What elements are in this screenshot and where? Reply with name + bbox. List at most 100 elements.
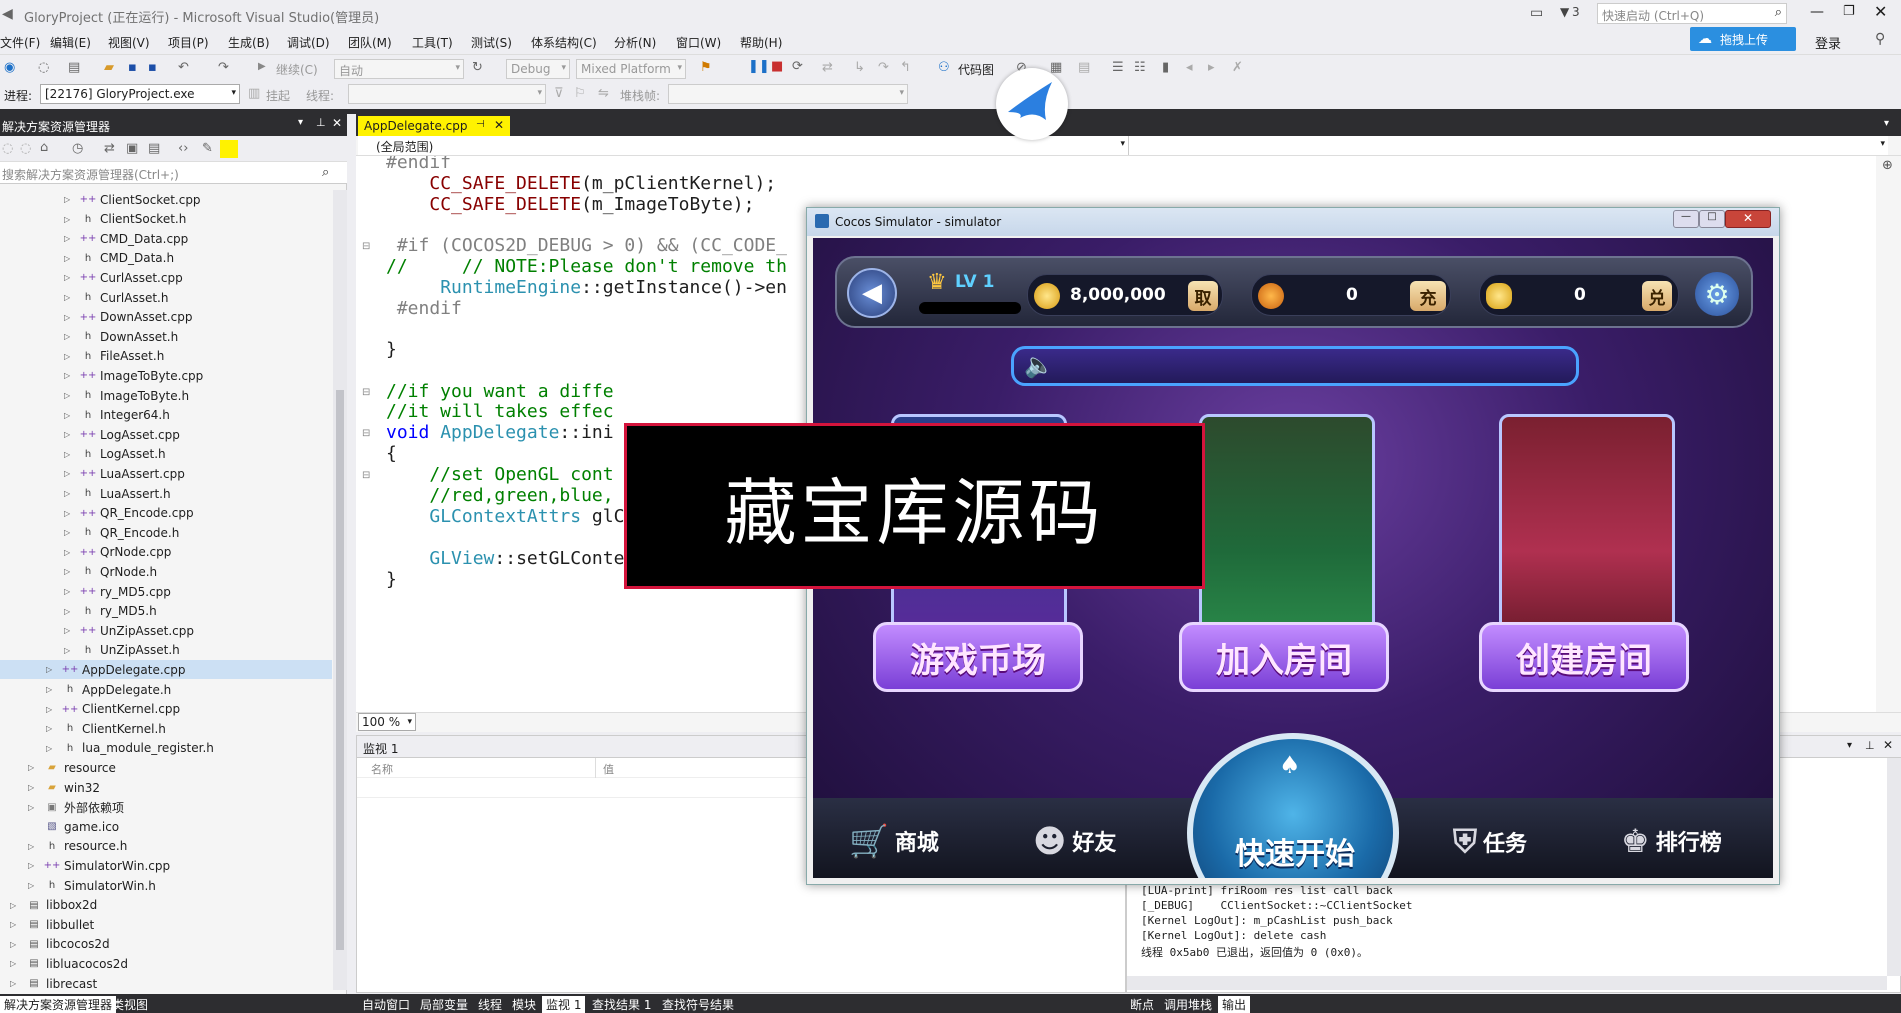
menu-team[interactable]: 团队(M) <box>348 34 392 51</box>
expand-triangle-icon[interactable]: ▷ <box>64 430 74 439</box>
solution-search-input[interactable]: 搜索解决方案资源管理器(Ctrl+;) ⌕ <box>0 162 347 184</box>
code-map-button[interactable]: 代码图 <box>958 61 994 78</box>
tab-breakpoints[interactable]: 断点 <box>1126 996 1158 1013</box>
expand-triangle-icon[interactable]: ▷ <box>64 587 74 596</box>
tree-item[interactable]: ▷ ++ ClientSocket.cpp <box>0 190 332 209</box>
close-icon[interactable]: ✕ <box>1874 2 1887 21</box>
expand-triangle-icon[interactable]: ▷ <box>64 509 74 518</box>
expand-triangle-icon[interactable]: ▷ <box>64 215 74 224</box>
expand-triangle-icon[interactable]: ▷ <box>46 665 56 674</box>
step-out-icon[interactable]: ↰ <box>900 60 911 75</box>
platform-dropdown[interactable]: Mixed Platform ▾ <box>576 59 686 79</box>
quick-launch-box[interactable]: 快速启动 (Ctrl+Q) ⌕ <box>1597 3 1787 24</box>
next-bookmark-icon[interactable]: ▸ <box>1208 60 1215 75</box>
tree-item[interactable]: ▷ ▤ libbullet <box>0 915 332 934</box>
tab-output[interactable]: 输出 <box>1218 996 1251 1013</box>
open-file-icon[interactable]: ▰ <box>104 60 114 75</box>
tree-item[interactable]: ▷ ▤ libbox2d <box>0 896 332 915</box>
editor-vertical-scrollbar[interactable]: ⊕ <box>1876 156 1901 712</box>
back-button[interactable]: ◀ <box>847 268 897 318</box>
collapse-outline-icon[interactable]: ⊟ <box>362 241 370 252</box>
close-tab-icon[interactable]: ✕ <box>494 118 504 132</box>
pin-icon[interactable]: ⊣ <box>476 119 485 130</box>
expand-triangle-icon[interactable]: ▷ <box>64 391 74 400</box>
tree-item[interactable]: ▷ ++ UnZipAsset.cpp <box>0 621 332 640</box>
close-icon[interactable]: ✕ <box>332 116 342 130</box>
pause-icon[interactable]: ❚❚ <box>748 59 770 74</box>
flag-thread-icon[interactable]: ⚐ <box>574 86 586 101</box>
expand-triangle-icon[interactable]: ▷ <box>64 528 74 537</box>
notification-filter-icon[interactable]: ▼ <box>1560 5 1569 19</box>
code-map-icon[interactable]: ⚇ <box>938 60 950 75</box>
comment-icon[interactable]: ▤ <box>1078 60 1090 75</box>
tree-item[interactable]: ▷ ▰ win32 <box>0 778 332 797</box>
tree-item[interactable]: ▷ ▣ 外部依赖项 <box>0 798 332 817</box>
expand-triangle-icon[interactable]: ▷ <box>64 313 74 322</box>
tree-item[interactable]: ▷ ▰ resource <box>0 758 332 777</box>
settings-button[interactable]: ⚙ <box>1695 272 1739 316</box>
tree-item[interactable]: ▷ ▤ libluacocos2d <box>0 954 332 973</box>
expand-triangle-icon[interactable]: ▷ <box>28 842 38 851</box>
navigate-forward-icon[interactable]: ◌ <box>38 60 49 75</box>
expand-triangle-icon[interactable]: ▷ <box>28 763 38 772</box>
tree-item[interactable]: ▧ game.ico <box>0 817 332 836</box>
tab-call-stack[interactable]: 调用堆栈 <box>1160 996 1216 1013</box>
tree-item[interactable]: ▷ ++ ImageToByte.cpp <box>0 366 332 385</box>
expand-triangle-icon[interactable]: ▷ <box>46 744 56 753</box>
continue-button[interactable]: 继续(C) <box>276 61 318 78</box>
tree-item[interactable]: ▷ ▤ librecast <box>0 974 332 991</box>
tab-find-symbol-results[interactable]: 查找符号结果 <box>658 996 738 1013</box>
menu-build[interactable]: 生成(B) <box>228 34 270 51</box>
tree-item[interactable]: ▷ ++ ry_MD5.cpp <box>0 582 332 601</box>
tree-item[interactable]: ▷ h UnZipAsset.h <box>0 641 332 660</box>
save-all-icon[interactable]: ▪ <box>148 60 157 75</box>
tab-find-results-1[interactable]: 查找结果 1 <box>588 996 655 1013</box>
tree-item[interactable]: ▷ h ImageToByte.h <box>0 386 332 405</box>
expand-triangle-icon[interactable]: ▷ <box>64 371 74 380</box>
menu-window[interactable]: 窗口(W) <box>676 34 721 51</box>
tree-item[interactable]: ▷ h SimulatorWin.h <box>0 876 332 895</box>
withdraw-button[interactable]: 取 <box>1188 281 1218 311</box>
indent-icon[interactable]: ☰ <box>1112 60 1124 75</box>
tree-item[interactable]: ▷ h ClientKernel.h <box>0 719 332 738</box>
maximize-icon[interactable]: □ <box>1699 210 1725 228</box>
tree-item[interactable]: ▷ h LogAsset.h <box>0 445 332 464</box>
menu-help[interactable]: 帮助(H) <box>740 34 782 51</box>
bookmark-icon[interactable]: ▮ <box>1162 60 1169 75</box>
menu-view[interactable]: 视图(V) <box>108 34 150 51</box>
expand-triangle-icon[interactable]: ▷ <box>28 783 38 792</box>
tree-item[interactable]: ▷ h CMD_Data.h <box>0 249 332 268</box>
expand-triangle-icon[interactable]: ▷ <box>28 881 38 890</box>
navigate-back-icon[interactable]: ◉ <box>4 60 15 75</box>
suspend-button[interactable]: 挂起 <box>266 87 290 104</box>
watch-col-name[interactable]: 名称 <box>371 761 393 777</box>
expand-triangle-icon[interactable]: ▷ <box>28 803 38 812</box>
join-room-button[interactable]: 加入房间 <box>1179 622 1389 692</box>
tasks-button[interactable]: ⛨ 任务 <box>1453 822 1527 861</box>
expand-triangle-icon[interactable]: ▷ <box>10 901 20 910</box>
code-line[interactable]: } <box>386 337 397 362</box>
collapse-outline-icon[interactable]: ⊟ <box>362 470 370 481</box>
stop-icon[interactable]: ■ <box>771 59 783 74</box>
output-scrollbar[interactable] <box>1887 758 1901 976</box>
home-icon[interactable]: ⌂ <box>40 140 48 155</box>
thread-switch-icon[interactable]: ⇋ <box>598 86 609 101</box>
preview-icon[interactable] <box>220 140 238 158</box>
config-auto-dropdown[interactable]: 自动 ▾ <box>334 59 464 79</box>
tree-item[interactable]: ▷ h QR_Encode.h <box>0 523 332 542</box>
close-icon[interactable]: ✕ <box>1725 210 1771 228</box>
back-icon[interactable]: ◌ <box>2 141 13 156</box>
pin-icon[interactable]: ⊥ <box>1865 739 1875 752</box>
history-icon[interactable]: ◷ <box>72 141 83 156</box>
config-debug-dropdown[interactable]: Debug ▾ <box>506 59 570 79</box>
code-line[interactable]: #endif <box>386 296 462 321</box>
expand-triangle-icon[interactable]: ▷ <box>64 607 74 616</box>
tree-item[interactable]: ▷ h CurlAsset.h <box>0 288 332 307</box>
view-code-icon[interactable]: ‹› <box>178 141 188 156</box>
properties-icon[interactable]: ✎ <box>202 141 213 156</box>
shop-button[interactable]: 🛒 商城 <box>849 822 939 860</box>
tab-class-view[interactable]: 类视图 <box>108 996 152 1013</box>
card-join-room[interactable] <box>1199 414 1375 644</box>
expand-triangle-icon[interactable]: ▷ <box>46 685 56 694</box>
tree-item[interactable]: ▷ h AppDelegate.h <box>0 680 332 699</box>
